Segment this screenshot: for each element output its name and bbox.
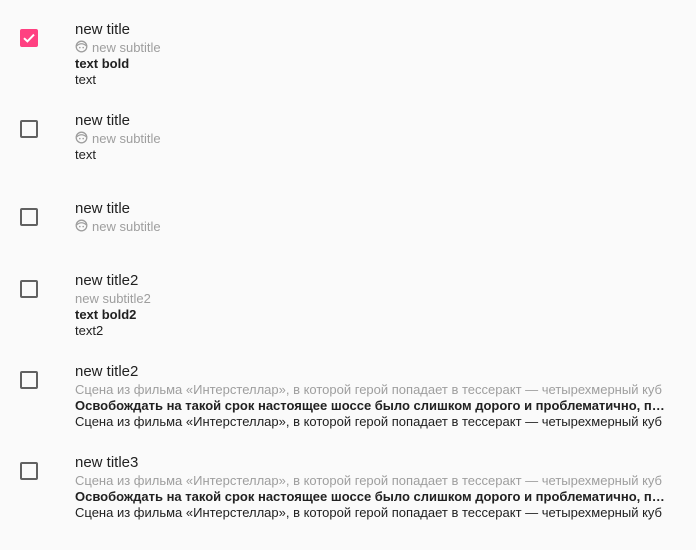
- item-subtitle: new subtitle: [92, 219, 161, 234]
- item-bold-text: Освобождать на такой срок настоящее шосс…: [75, 489, 670, 504]
- face-icon: [75, 40, 88, 53]
- item-subtitle-row: new subtitle: [75, 218, 670, 235]
- checkbox[interactable]: [20, 371, 38, 389]
- item-content: new title new subtitle text: [75, 112, 670, 163]
- checkbox-list: new title new subtitle text bold text ne…: [0, 0, 696, 550]
- item-title: new title: [75, 21, 131, 38]
- list-item[interactable]: new title2 Сцена из фильма «Интерстеллар…: [0, 360, 696, 452]
- item-content: new title2 new subtitle2 text bold2 text…: [75, 272, 670, 339]
- item-subtitle: new subtitle2: [75, 291, 151, 306]
- item-title: new title: [75, 200, 131, 217]
- item-subtitle-row: new subtitle: [75, 130, 670, 147]
- item-subtitle-row: new subtitle: [75, 39, 670, 56]
- list-item[interactable]: new title2 new subtitle2 text bold2 text…: [0, 270, 696, 360]
- item-text: text2: [75, 323, 104, 338]
- item-subtitle: Сцена из фильма «Интерстеллар», в которо…: [75, 473, 663, 488]
- face-icon: [75, 131, 88, 144]
- list-item[interactable]: new title new subtitle text bold text: [0, 0, 696, 100]
- item-content: new title3 Сцена из фильма «Интерстеллар…: [75, 454, 670, 521]
- checkbox[interactable]: [20, 120, 38, 138]
- item-subtitle: new subtitle: [92, 40, 161, 55]
- item-text: Сцена из фильма «Интерстеллар», в которо…: [75, 505, 663, 520]
- item-bold-text: text bold: [75, 56, 130, 71]
- item-text: text: [75, 147, 96, 162]
- item-title: new title2: [75, 272, 139, 289]
- item-content: new title new subtitle text bold text: [75, 21, 670, 88]
- check-icon: [23, 33, 35, 43]
- item-content: new title new subtitle: [75, 200, 670, 235]
- item-bold-text: Освобождать на такой срок настоящее шосс…: [75, 398, 670, 413]
- checkbox[interactable]: [20, 462, 38, 480]
- item-text: Сцена из фильма «Интерстеллар», в которо…: [75, 414, 663, 429]
- item-bold-text: text bold2: [75, 307, 137, 322]
- item-subtitle: Сцена из фильма «Интерстеллар», в которо…: [75, 382, 663, 397]
- list-item[interactable]: new title3 Сцена из фильма «Интерстеллар…: [0, 452, 696, 550]
- checkbox-checked[interactable]: [20, 29, 38, 47]
- face-icon: [75, 219, 88, 232]
- item-title: new title: [75, 112, 131, 129]
- item-title: new title2: [75, 363, 139, 380]
- list-item[interactable]: new title new subtitle text: [0, 100, 696, 190]
- checkbox[interactable]: [20, 280, 38, 298]
- item-title: new title3: [75, 454, 139, 471]
- checkbox[interactable]: [20, 208, 38, 226]
- list-item[interactable]: new title new subtitle: [0, 190, 696, 270]
- item-content: new title2 Сцена из фильма «Интерстеллар…: [75, 363, 670, 430]
- item-subtitle: new subtitle: [92, 131, 161, 146]
- item-text: text: [75, 72, 96, 87]
